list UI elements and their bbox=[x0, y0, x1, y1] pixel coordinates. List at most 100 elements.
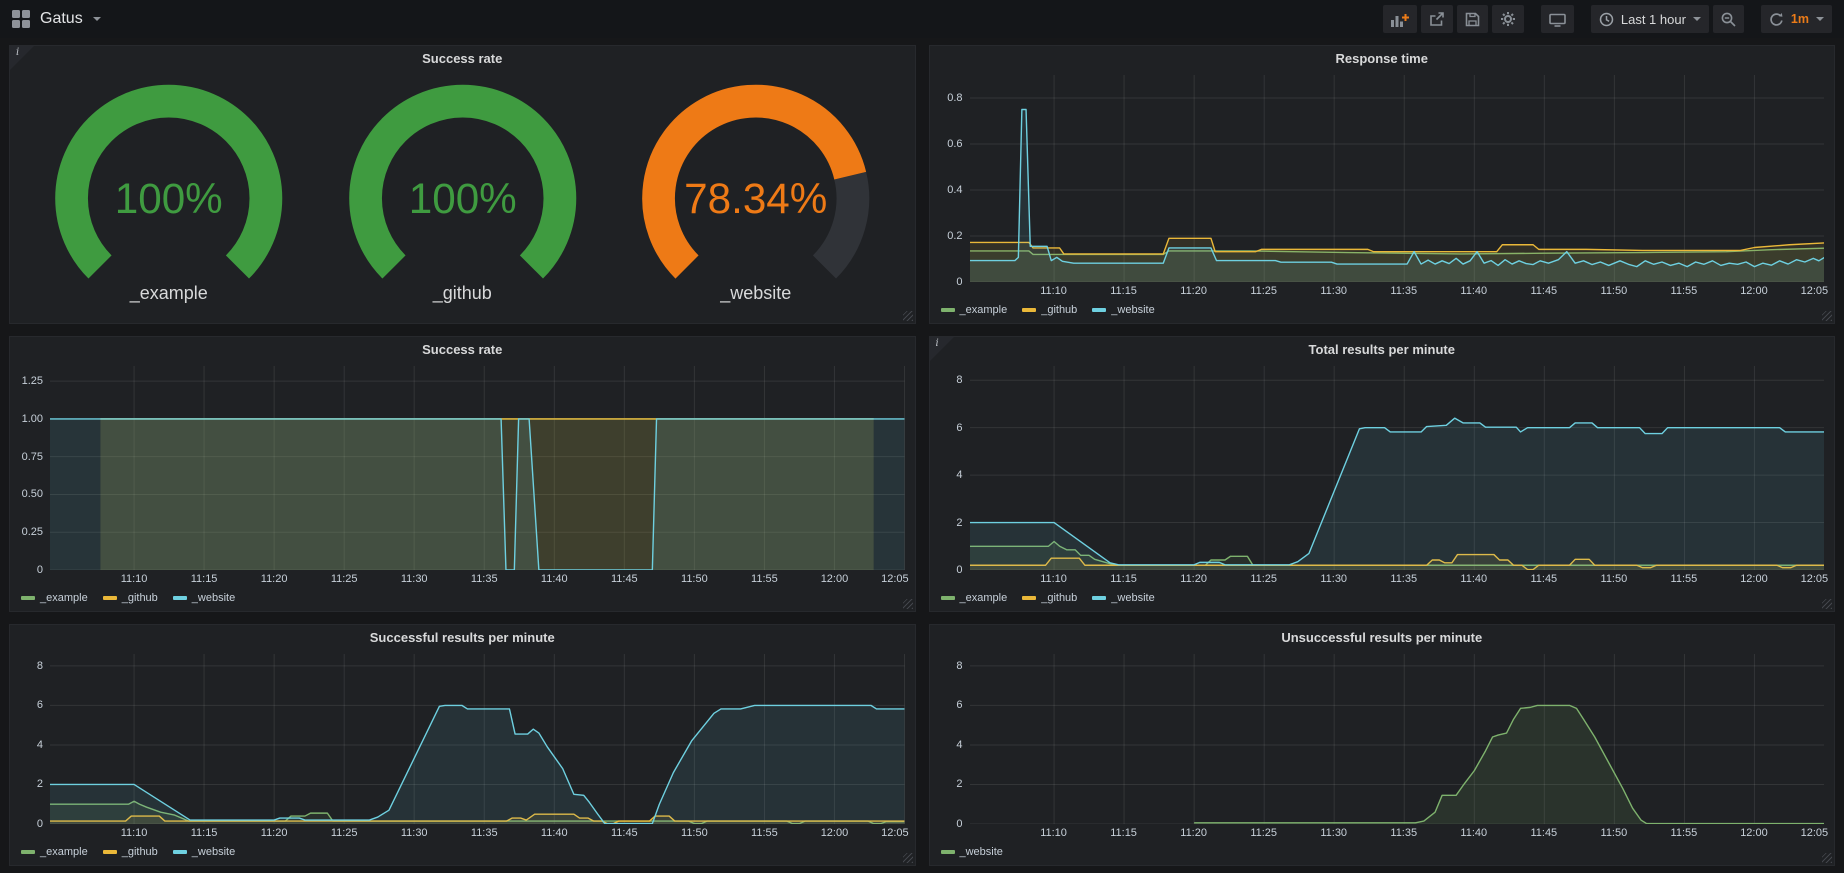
legend-label: _example bbox=[40, 592, 88, 604]
save-dashboard-button[interactable] bbox=[1457, 5, 1488, 33]
chevron-down-icon bbox=[1816, 17, 1824, 21]
legend-item-_website[interactable]: _website bbox=[1092, 592, 1154, 604]
legend-item-_github[interactable]: _github bbox=[103, 846, 158, 858]
legend-swatch bbox=[941, 596, 955, 600]
legend-swatch bbox=[103, 596, 117, 600]
chevron-down-icon bbox=[1693, 17, 1701, 21]
gauge-value: 100% bbox=[115, 175, 223, 222]
y-tick-label: 0 bbox=[956, 818, 962, 830]
x-tick-label: 11:20 bbox=[261, 573, 288, 585]
y-tick-label: 0.25 bbox=[22, 526, 43, 538]
info-icon: i bbox=[16, 48, 19, 58]
y-tick-label: 0 bbox=[956, 276, 962, 288]
resize-handle[interactable] bbox=[903, 311, 913, 321]
x-tick-label: 11:50 bbox=[1601, 285, 1628, 297]
y-tick-label: 8 bbox=[956, 660, 962, 672]
legend-item-_github[interactable]: _github bbox=[1022, 304, 1077, 316]
gauge-label: _github bbox=[433, 283, 492, 304]
resize-handle[interactable] bbox=[1822, 311, 1832, 321]
dashboard-settings-button[interactable] bbox=[1492, 5, 1524, 33]
legend-item-_website[interactable]: _website bbox=[1092, 304, 1154, 316]
time-range-picker[interactable]: Last 1 hour bbox=[1591, 5, 1709, 33]
resize-handle[interactable] bbox=[1822, 853, 1832, 863]
zoom-out-icon bbox=[1721, 12, 1736, 27]
y-tick-label: 0.6 bbox=[947, 138, 962, 150]
x-tick-label: 11:45 bbox=[611, 827, 638, 839]
gauge-value: 100% bbox=[408, 175, 516, 222]
panel-info-corner[interactable] bbox=[930, 337, 954, 361]
panel-unsuccessful-results: Unsuccessful results per minute 02468 11… bbox=[929, 624, 1836, 866]
legend-label: _website bbox=[1111, 304, 1154, 316]
share-icon bbox=[1429, 12, 1445, 27]
panel-success-rate-gauges: i Success rate 100%_example100%_github78… bbox=[9, 45, 916, 324]
apps-grid-icon[interactable] bbox=[12, 10, 30, 28]
y-tick-label: 1.25 bbox=[22, 375, 43, 387]
panel-info-corner[interactable] bbox=[10, 46, 34, 70]
legend-item-_github[interactable]: _github bbox=[103, 592, 158, 604]
add-panel-button[interactable] bbox=[1383, 5, 1417, 33]
legend-label: _github bbox=[1041, 304, 1077, 316]
x-axis: 11:1011:1511:2011:2511:3011:3511:4011:45… bbox=[50, 824, 905, 841]
legend-swatch bbox=[173, 850, 187, 854]
legend-item-_example[interactable]: _example bbox=[941, 304, 1008, 316]
legend: _example _github _website bbox=[16, 587, 905, 608]
panel-title[interactable]: Success rate bbox=[10, 337, 915, 362]
panel-title[interactable]: Success rate bbox=[10, 46, 915, 71]
legend-item-_example[interactable]: _example bbox=[21, 592, 88, 604]
resize-handle[interactable] bbox=[903, 599, 913, 609]
resize-handle[interactable] bbox=[1822, 599, 1832, 609]
panel-title[interactable]: Unsuccessful results per minute bbox=[930, 625, 1835, 650]
x-tick-label: 12:00 bbox=[1740, 285, 1768, 297]
plot-area[interactable] bbox=[970, 75, 1825, 282]
resize-handle[interactable] bbox=[903, 853, 913, 863]
y-tick-label: 0.75 bbox=[22, 451, 43, 463]
legend-item-_example[interactable]: _example bbox=[21, 846, 88, 858]
legend-item-_website[interactable]: _website bbox=[173, 846, 235, 858]
line-chart: 00.250.500.751.001.25 11:1011:1511:2011:… bbox=[10, 362, 915, 611]
plot-area[interactable] bbox=[970, 654, 1825, 824]
y-tick-label: 4 bbox=[37, 739, 43, 751]
panel-title[interactable]: Response time bbox=[930, 46, 1835, 71]
x-tick-label: 11:15 bbox=[1110, 827, 1137, 839]
refresh-picker[interactable]: 1m bbox=[1761, 5, 1832, 33]
x-tick-label: 11:35 bbox=[1390, 827, 1417, 839]
plot-area[interactable] bbox=[50, 366, 905, 570]
x-tick-label: 12:00 bbox=[821, 827, 849, 839]
plot-area[interactable] bbox=[50, 654, 905, 824]
x-axis: 11:1011:1511:2011:2511:3011:3511:4011:45… bbox=[970, 570, 1825, 587]
cycle-view-mode-button[interactable] bbox=[1541, 5, 1574, 33]
time-range-label: Last 1 hour bbox=[1621, 12, 1686, 27]
legend-label: _website bbox=[1111, 592, 1154, 604]
gauge-_example: 100%_example bbox=[22, 80, 316, 304]
share-dashboard-button[interactable] bbox=[1421, 5, 1453, 33]
y-tick-label: 6 bbox=[37, 699, 43, 711]
plot-area[interactable] bbox=[970, 366, 1825, 570]
gauge-track-arc bbox=[824, 176, 852, 267]
line-chart: 00.20.40.60.8 11:1011:1511:2011:2511:301… bbox=[930, 71, 1835, 323]
x-tick-label: 12:00 bbox=[821, 573, 849, 585]
y-tick-label: 0 bbox=[956, 564, 962, 576]
dashboard-grid: i Success rate 100%_example100%_github78… bbox=[0, 38, 1844, 873]
legend-item-_github[interactable]: _github bbox=[1022, 592, 1077, 604]
y-axis: 00.250.500.751.001.25 bbox=[16, 366, 50, 570]
panel-title[interactable]: Successful results per minute bbox=[10, 625, 915, 650]
refresh-icon bbox=[1769, 12, 1784, 27]
dashboard-breadcrumb[interactable]: Gatus bbox=[12, 10, 101, 28]
legend-item-_website[interactable]: _website bbox=[941, 846, 1003, 858]
x-tick-label: 11:10 bbox=[1040, 573, 1067, 585]
x-tick-label: 11:15 bbox=[191, 827, 218, 839]
dashboard-title[interactable]: Gatus bbox=[40, 10, 83, 28]
legend-item-_example[interactable]: _example bbox=[941, 592, 1008, 604]
y-axis: 02468 bbox=[936, 654, 970, 824]
x-tick-label: 11:45 bbox=[1530, 573, 1557, 585]
y-tick-label: 4 bbox=[956, 739, 962, 751]
legend: _example _github _website bbox=[936, 587, 1825, 608]
x-tick-label: 11:45 bbox=[1530, 285, 1557, 297]
x-tick-label: 11:20 bbox=[1180, 827, 1207, 839]
panel-title[interactable]: Total results per minute bbox=[930, 337, 1835, 362]
y-tick-label: 0.8 bbox=[947, 92, 962, 104]
zoom-out-button[interactable] bbox=[1713, 5, 1744, 33]
x-tick-label: 11:35 bbox=[1390, 573, 1417, 585]
gauge-row: 100%_example100%_github78.34%_website bbox=[10, 71, 915, 323]
legend-item-_website[interactable]: _website bbox=[173, 592, 235, 604]
